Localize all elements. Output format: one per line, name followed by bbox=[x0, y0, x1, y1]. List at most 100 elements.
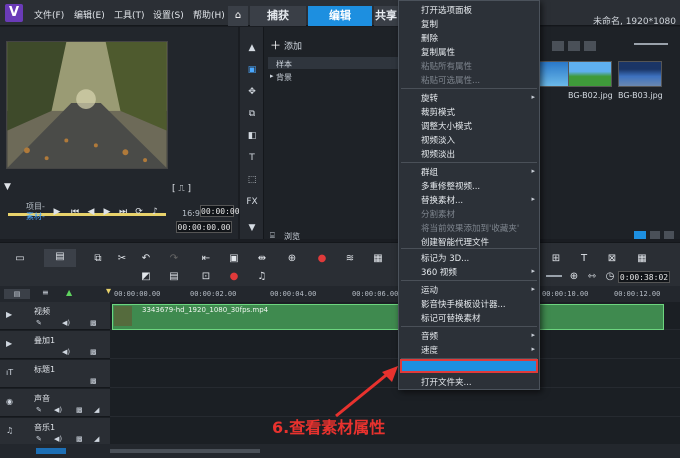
edit-icon[interactable]: ✎ bbox=[36, 435, 42, 443]
effects-icon[interactable]: ⊠ bbox=[604, 251, 620, 267]
storyboard-view-icon[interactable]: ▭ bbox=[12, 251, 28, 267]
scroll-down-icon[interactable]: ▼ bbox=[244, 221, 260, 235]
graphics-icon[interactable]: ⬚ bbox=[244, 173, 260, 187]
track-title[interactable]: ıT 标题1 ▩ bbox=[0, 360, 110, 388]
context-menu-item[interactable]: 复制属性 bbox=[421, 46, 455, 58]
clock-icon[interactable]: ◷ bbox=[602, 269, 618, 285]
play-icon[interactable]: ▶ bbox=[50, 205, 64, 219]
auto-music-icon[interactable]: ◩ bbox=[138, 269, 154, 285]
menu-help[interactable]: 帮助(H) bbox=[193, 8, 225, 21]
redo-icon[interactable]: ↷ bbox=[166, 251, 182, 267]
track-music[interactable]: ♫ 音乐1 ✎ ◀) ▩ ◢ bbox=[0, 418, 110, 446]
mode-clip[interactable]: 素材- bbox=[26, 211, 45, 222]
motion-icon[interactable]: ⊕ bbox=[284, 251, 300, 267]
undo-icon[interactable]: ↶ bbox=[138, 251, 154, 267]
playhead-icon[interactable]: ▾ bbox=[106, 286, 111, 297]
tab-share[interactable]: 共享 bbox=[374, 6, 398, 26]
context-menu-item[interactable]: 旋转 bbox=[421, 92, 438, 104]
transition-icon[interactable]: ⧉ bbox=[244, 107, 260, 121]
ripple-icon[interactable]: ▩ bbox=[76, 406, 83, 414]
context-menu-item[interactable]: 创建智能代理文件 bbox=[421, 236, 489, 248]
prev-frame-icon[interactable]: ◀ bbox=[84, 205, 98, 219]
context-menu-item[interactable]: 裁剪模式 bbox=[421, 106, 455, 118]
timecode-small[interactable]: 00:00:00.00 bbox=[200, 205, 254, 217]
volume-ramp-icon[interactable]: ◢ bbox=[94, 435, 99, 443]
mic-icon[interactable]: ● bbox=[226, 269, 242, 285]
add-icon[interactable]: ＋ bbox=[270, 37, 281, 53]
panel-option2-icon[interactable] bbox=[650, 231, 660, 239]
text-3d-icon[interactable]: T bbox=[576, 251, 592, 267]
aspect-ratio[interactable]: 16:9 bbox=[182, 209, 200, 218]
filter-icon[interactable]: ◧ bbox=[244, 129, 260, 143]
context-menu-item[interactable]: 360 视频 bbox=[421, 266, 457, 278]
menu-settings[interactable]: 设置(S) bbox=[153, 8, 184, 21]
ripple-icon[interactable]: ▩ bbox=[90, 348, 97, 356]
media-icon[interactable]: ▣ bbox=[244, 63, 260, 77]
context-menu-item[interactable]: 多重修整视频... bbox=[421, 180, 480, 192]
music-lane[interactable] bbox=[110, 418, 680, 446]
browse-icon[interactable]: ⌸ bbox=[270, 231, 275, 241]
audio-ducking-icon[interactable]: ♫ bbox=[254, 269, 270, 285]
context-menu-item[interactable]: 复制 bbox=[421, 18, 438, 30]
mark-in-icon[interactable]: [ ⎍ ] bbox=[172, 184, 191, 194]
view-list-icon[interactable] bbox=[568, 41, 580, 51]
multicam-icon[interactable]: ▦ bbox=[370, 251, 386, 267]
home-icon[interactable]: ⌂ bbox=[228, 6, 248, 26]
ripple-icon[interactable]: ▩ bbox=[76, 435, 83, 443]
context-menu-item[interactable]: 速度 bbox=[421, 344, 438, 356]
tools-icon[interactable]: ✂ bbox=[114, 251, 130, 267]
go-end-icon[interactable]: ⏭ bbox=[116, 205, 130, 219]
volume-ramp-icon[interactable]: ◢ bbox=[94, 406, 99, 414]
fx-icon[interactable]: FX bbox=[244, 195, 260, 209]
view-detail-icon[interactable] bbox=[584, 41, 596, 51]
thumbnail-bg-b03[interactable] bbox=[618, 61, 662, 87]
mute-icon[interactable]: ◀) bbox=[54, 406, 62, 414]
snapshot-icon[interactable]: ▣ bbox=[226, 251, 242, 267]
split-icon[interactable]: ⇹ bbox=[254, 251, 270, 267]
zoom-slider[interactable] bbox=[546, 275, 562, 277]
track-manager-icon[interactable]: ⧉ bbox=[90, 251, 106, 267]
context-menu-item[interactable]: 视频淡出 bbox=[421, 148, 455, 160]
menu-file[interactable]: 文件(F) bbox=[34, 8, 64, 21]
fit-frame-icon[interactable]: ⊞ bbox=[548, 251, 564, 267]
view-thumb-icon[interactable] bbox=[552, 41, 564, 51]
track-view-icon[interactable]: ▤ bbox=[4, 289, 30, 299]
add-folder-button[interactable]: 添加 bbox=[284, 39, 302, 52]
track-overlay[interactable]: ▶ 叠加1 ◀) ▩ bbox=[0, 331, 110, 359]
tab-capture[interactable]: 捕获 bbox=[250, 6, 306, 26]
context-menu-item[interactable]: 打开文件夹... bbox=[421, 376, 472, 388]
context-menu-item[interactable]: 音频 bbox=[421, 330, 438, 342]
track-voice[interactable]: ◉ 声音 ✎ ◀) ▩ ◢ bbox=[0, 389, 110, 417]
mute-icon[interactable]: ◀) bbox=[62, 348, 70, 356]
fit-icon[interactable]: ⇤ bbox=[198, 251, 214, 267]
title-icon[interactable]: T bbox=[244, 151, 260, 165]
go-start-icon[interactable]: ⏮ bbox=[68, 205, 82, 219]
context-menu-item[interactable]: 标记可替换素材 bbox=[421, 312, 481, 324]
context-menu-item[interactable]: 视频淡入 bbox=[421, 134, 455, 146]
zoom-in-icon[interactable]: ⊕ bbox=[566, 269, 582, 285]
overlay-lane[interactable] bbox=[110, 331, 680, 359]
thumb-size-slider[interactable] bbox=[634, 43, 668, 45]
horizontal-scrollbar[interactable] bbox=[110, 449, 260, 453]
instant-project-icon[interactable]: ✥ bbox=[244, 85, 260, 99]
show-all-icon[interactable]: ≡ bbox=[42, 288, 49, 297]
scroll-up-icon[interactable]: ▲ bbox=[244, 41, 260, 55]
mute-icon[interactable]: ◀) bbox=[54, 435, 62, 443]
folder-samples[interactable]: 样本 bbox=[276, 59, 292, 70]
context-menu-item[interactable]: 调整大小模式 bbox=[421, 120, 472, 132]
menu-tools[interactable]: 工具(T) bbox=[114, 8, 145, 21]
context-menu-item[interactable]: 打开选项面板 bbox=[421, 4, 472, 16]
timecode-main[interactable]: 00:00:00.00 bbox=[176, 221, 232, 233]
screen-record-icon[interactable]: ⊡ bbox=[198, 269, 214, 285]
edit-icon[interactable]: ✎ bbox=[36, 319, 42, 327]
panel-option-icon[interactable] bbox=[634, 231, 646, 239]
expand-icon[interactable]: ▸ bbox=[270, 72, 274, 80]
browse-button[interactable]: 浏览 bbox=[284, 231, 300, 242]
context-menu-item[interactable]: 影音快手模板设计器... bbox=[421, 298, 506, 310]
context-menu-item[interactable]: 替换素材... bbox=[421, 194, 463, 206]
ripple-icon[interactable]: ▩ bbox=[90, 377, 97, 385]
settings-icon[interactable]: ▦ bbox=[634, 251, 650, 267]
edit-icon[interactable]: ✎ bbox=[36, 406, 42, 414]
ripple-icon[interactable]: ▩ bbox=[90, 319, 97, 327]
tab-edit[interactable]: 编辑 bbox=[308, 6, 372, 26]
